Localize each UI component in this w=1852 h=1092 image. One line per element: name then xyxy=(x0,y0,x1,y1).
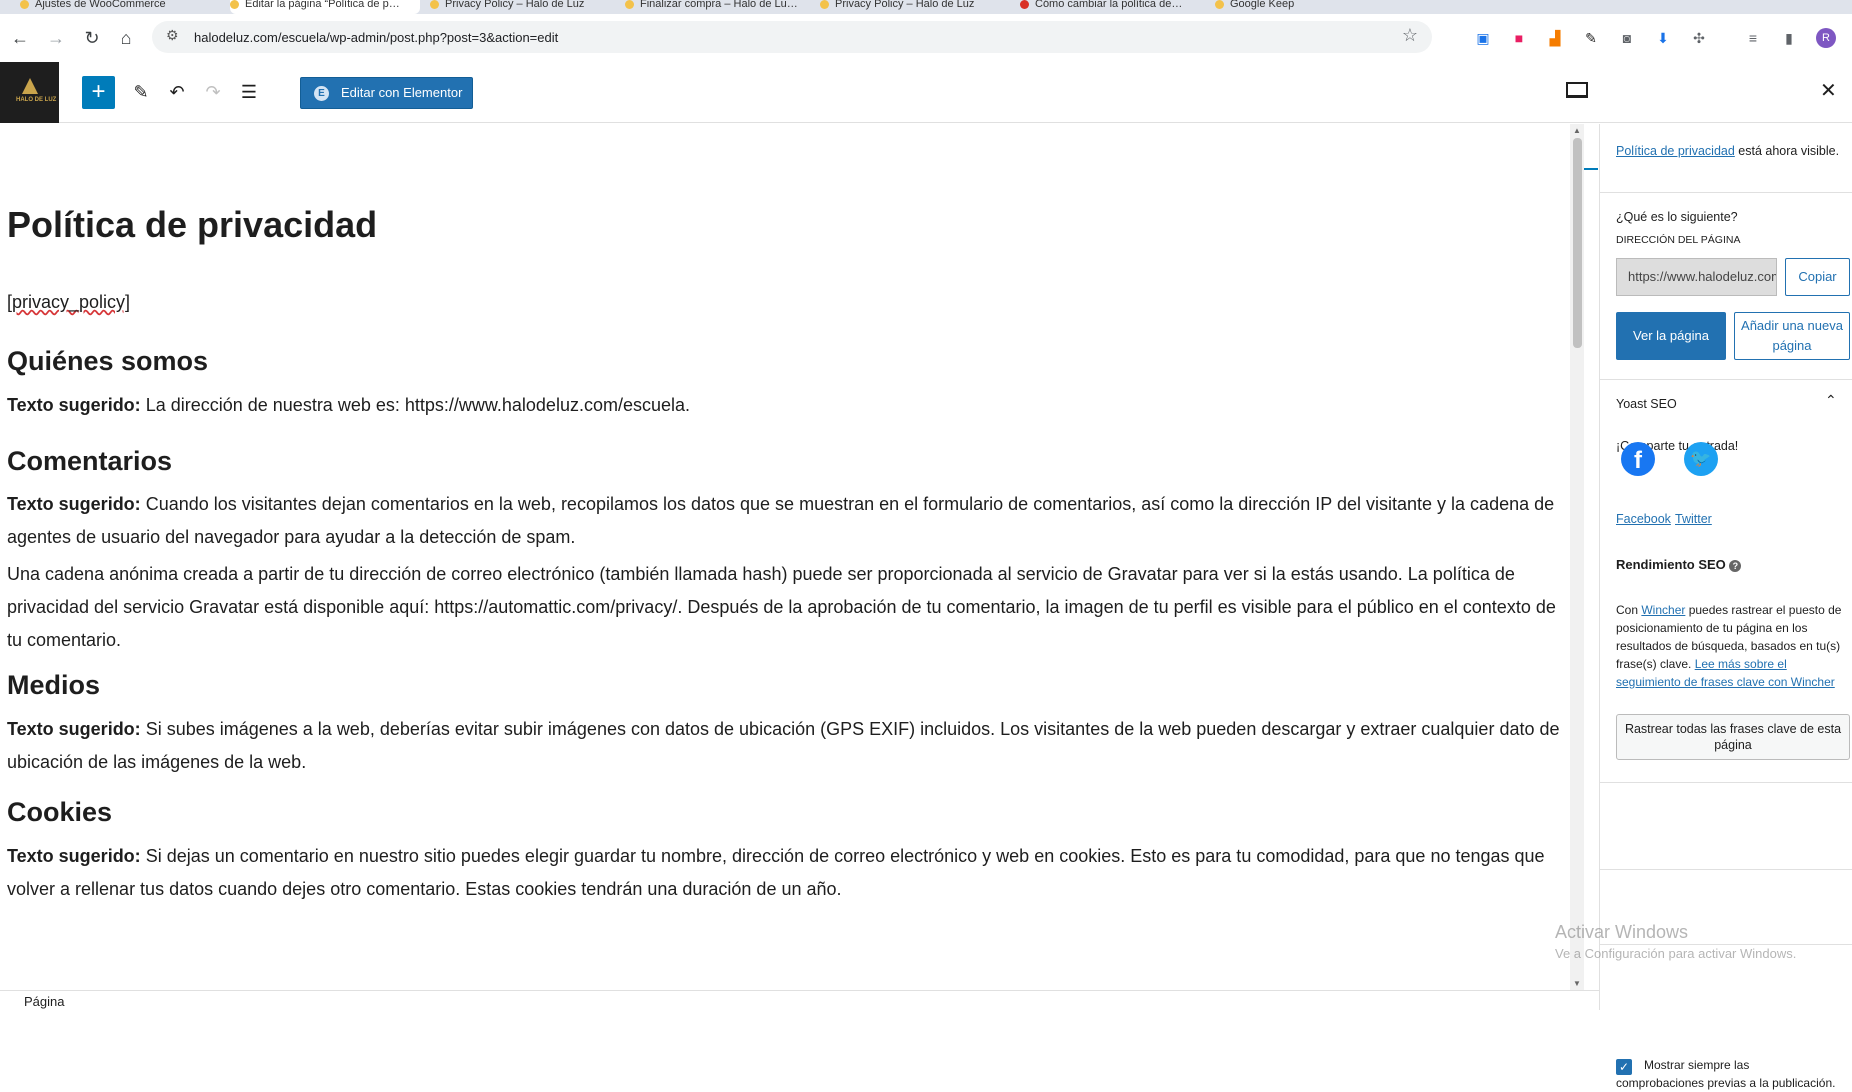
section-heading[interactable]: Medios xyxy=(7,670,100,701)
browser-tab[interactable]: Privacy Policy – Halo de Luz xyxy=(430,0,610,14)
page-title[interactable]: Política de privacidad xyxy=(7,204,377,246)
tab-favicon-icon xyxy=(1215,0,1224,9)
tab-favicon-icon xyxy=(230,0,239,9)
paragraph-block[interactable]: Texto sugerido: Si dejas un comentario e… xyxy=(7,840,1562,906)
facebook-link[interactable]: Facebook xyxy=(1616,510,1671,529)
reload-icon[interactable]: ↻ xyxy=(80,26,104,50)
pencil-tools-icon[interactable]: ✎ xyxy=(127,78,155,106)
wincher-description: Con Wincher puedes rastrear el puesto de… xyxy=(1616,603,1842,689)
tab-favicon-icon xyxy=(625,0,634,9)
paragraph-block[interactable]: Una cadena anónima creada a partir de tu… xyxy=(7,558,1562,657)
extension-download-icon[interactable]: ⬇ xyxy=(1654,29,1672,47)
tab-favicon-icon xyxy=(20,0,29,9)
divider xyxy=(1600,782,1852,783)
extension-translate-icon[interactable]: ▣ xyxy=(1474,29,1492,47)
undo-icon[interactable]: ↶ xyxy=(163,78,191,106)
profile-avatar[interactable]: R xyxy=(1816,28,1836,48)
extensions-puzzle-icon[interactable]: ✣ xyxy=(1690,29,1708,47)
browser-tab[interactable]: Ajustes de WooCommerce xyxy=(20,0,220,14)
home-icon[interactable]: ⌂ xyxy=(114,26,138,50)
document-overview-icon[interactable]: ☰ xyxy=(235,78,263,106)
block-inserter-button[interactable]: + xyxy=(82,76,115,109)
twitter-icon[interactable]: 🐦 xyxy=(1684,442,1718,476)
scroll-up-icon[interactable]: ▲ xyxy=(1573,126,1581,135)
scroll-down-icon[interactable]: ▼ xyxy=(1573,979,1581,988)
windows-activation-watermark: Activar Windows Ve a Configuración para … xyxy=(1555,922,1797,961)
browser-tab-strip: Ajustes de WooCommerce Editar la página … xyxy=(0,0,1852,14)
section-heading[interactable]: Cookies xyxy=(7,797,112,828)
shortcode-block[interactable]: [privacy_policy] xyxy=(7,292,130,313)
extension-camera-icon[interactable]: ◙ xyxy=(1618,29,1636,47)
close-icon[interactable]: ✕ xyxy=(1820,78,1837,103)
browser-tab[interactable]: Privacy Policy – Halo de Luz xyxy=(820,0,1000,14)
wincher-link[interactable]: Wincher xyxy=(1641,603,1685,617)
address-bar[interactable]: ⚙ halodeluz.com/escuela/wp-admin/post.ph… xyxy=(152,21,1432,53)
help-icon[interactable]: ? xyxy=(1729,560,1742,572)
side-panel-icon[interactable]: ▮ xyxy=(1780,29,1798,47)
address-bar-url[interactable]: halodeluz.com/escuela/wp-admin/post.php?… xyxy=(194,30,558,45)
yoast-seo-title[interactable]: Yoast SEO xyxy=(1616,395,1677,414)
logo-triangle-icon xyxy=(22,78,38,94)
paragraph-block[interactable]: Texto sugerido: Si subes imágenes a la w… xyxy=(7,713,1562,779)
always-show-label: Mostrar siempre las comprobaciones previ… xyxy=(1616,1058,1836,1090)
browser-tab[interactable]: Google Keep xyxy=(1215,0,1395,14)
divider xyxy=(1600,192,1852,193)
edit-with-elementor-button[interactable]: E Editar con Elementor xyxy=(300,77,473,109)
privacy-policy-link[interactable]: Política de privacidad xyxy=(1616,144,1735,158)
scroll-indicator xyxy=(1584,168,1598,170)
section-heading[interactable]: Quiénes somos xyxy=(7,346,208,377)
back-arrow-icon[interactable]: ← xyxy=(8,26,32,50)
whats-next-heading: ¿Qué es lo siguiente? xyxy=(1616,210,1738,224)
publish-notice: Política de privacidad está ahora visibl… xyxy=(1616,144,1840,158)
divider xyxy=(1600,379,1852,380)
redo-icon[interactable]: ↷ xyxy=(199,78,227,106)
paragraph-block[interactable]: Texto sugerido: Cuando los visitantes de… xyxy=(7,488,1562,554)
forward-arrow-icon[interactable]: → xyxy=(44,26,68,50)
view-page-button[interactable]: Ver la página xyxy=(1616,312,1726,360)
preview-desktop-icon[interactable] xyxy=(1566,82,1588,98)
scrollbar-thumb[interactable] xyxy=(1573,138,1582,348)
facebook-icon[interactable]: f xyxy=(1621,442,1655,476)
add-new-page-button[interactable]: Añadir una nueva página xyxy=(1734,312,1850,360)
breadcrumb-page[interactable]: Página xyxy=(24,994,64,1009)
track-keyphrases-button[interactable]: Rastrear todas las frases clave de esta … xyxy=(1616,714,1850,760)
block-breadcrumb-bar: Página xyxy=(0,990,1600,1010)
site-settings-icon[interactable]: ⚙ xyxy=(166,27,179,44)
reading-list-icon[interactable]: ≡ xyxy=(1744,29,1762,47)
tab-favicon-icon xyxy=(430,0,439,9)
section-heading[interactable]: Comentarios xyxy=(7,446,172,477)
chevron-up-icon[interactable]: ⌃ xyxy=(1825,392,1837,409)
editor-canvas: Política de privacidad [privacy_policy] … xyxy=(0,124,1570,990)
tab-favicon-icon xyxy=(820,0,829,9)
post-publish-panel: Política de privacidad está ahora visibl… xyxy=(1584,124,1852,1090)
page-address-label: DIRECCIÓN DEL PÁGINA xyxy=(1616,234,1741,246)
extension-eyedropper-icon[interactable]: ✎ xyxy=(1582,29,1600,47)
canvas-scrollbar[interactable]: ▲ ▼ xyxy=(1570,124,1584,990)
twitter-link[interactable]: Twitter xyxy=(1675,510,1712,529)
extension-color-icon[interactable]: ■ xyxy=(1510,29,1528,47)
logo-text: HALO DE LUZ xyxy=(16,97,57,103)
browser-tab[interactable]: Finalizar compra – Halo de Lu… xyxy=(625,0,805,14)
site-logo[interactable]: HALO DE LUZ xyxy=(0,62,59,123)
browser-toolbar: ← → ↻ ⌂ ⚙ halodeluz.com/escuela/wp-admin… xyxy=(0,14,1852,62)
copy-button[interactable]: Copiar xyxy=(1785,258,1850,296)
editor-header: HALO DE LUZ + ✎ ↶ ↷ ☰ E Editar con Eleme… xyxy=(0,62,1852,123)
bookmark-star-icon[interactable]: ☆ xyxy=(1402,25,1418,46)
browser-tab-active[interactable]: Editar la página “Política de p… xyxy=(230,0,420,14)
divider xyxy=(1600,869,1852,870)
extension-ruler-icon[interactable]: ▟ xyxy=(1546,29,1564,47)
tab-favicon-icon xyxy=(1020,0,1029,9)
paragraph-block[interactable]: Texto sugerido: La dirección de nuestra … xyxy=(7,389,1562,422)
seo-performance-title: Rendimiento SEO ? xyxy=(1616,555,1742,574)
browser-tab[interactable]: Cómo cambiar la política de… xyxy=(1020,0,1200,14)
page-address-field[interactable]: https://www.halodeluz.com/escuela/ xyxy=(1616,258,1777,296)
elementor-icon: E xyxy=(314,86,329,101)
